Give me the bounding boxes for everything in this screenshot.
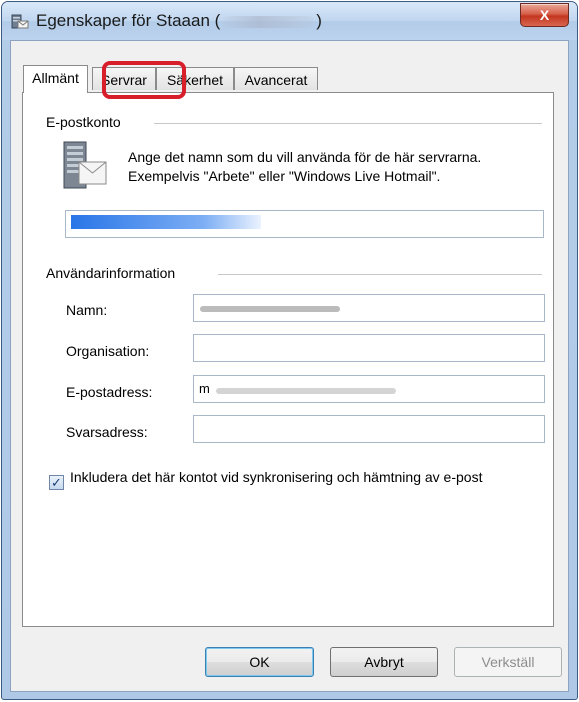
window-title: Egenskaper för Staaan ()	[36, 11, 322, 31]
checkmark-icon: ✓	[51, 475, 62, 490]
reply-address-input[interactable]	[193, 415, 545, 443]
tab-avancerat-label: Avancerat	[244, 72, 308, 88]
tab-avancerat[interactable]: Avancerat	[234, 67, 318, 90]
redacted-email	[216, 388, 396, 394]
cancel-button-label: Avbryt	[364, 654, 404, 670]
organization-input[interactable]	[193, 334, 545, 362]
close-button[interactable]: X	[520, 3, 569, 27]
reply-address-label: Svarsadress:	[66, 424, 148, 440]
servrar-tab-highlight	[102, 61, 186, 99]
cancel-button[interactable]: Avbryt	[330, 647, 438, 677]
window-title-prefix: Egenskaper för Staaan (	[36, 11, 221, 30]
email-address-value: m	[199, 381, 210, 396]
name-label: Namn:	[66, 302, 108, 318]
account-name-selection	[71, 215, 261, 229]
tab-allmant[interactable]: Allmänt	[23, 65, 88, 93]
name-input[interactable]	[193, 294, 545, 322]
properties-window: Egenskaper för Staaan () X Allmänt Servr…	[1, 1, 578, 700]
redacted-name	[200, 306, 340, 312]
apply-button[interactable]: Verkställ	[454, 647, 562, 677]
email-account-group-line	[154, 123, 542, 124]
ok-button[interactable]: OK	[205, 647, 314, 677]
dialog-client-area: Allmänt Servrar Säkerhet Avancerat	[10, 40, 569, 692]
close-icon: X	[539, 7, 550, 23]
user-info-group-label: Användarinformation	[46, 265, 176, 281]
description-line-1: Ange det namn som du vill använda för de…	[128, 149, 482, 165]
server-icon	[63, 141, 107, 189]
email-address-input[interactable]: m	[193, 375, 545, 403]
organization-label: Organisation:	[66, 343, 150, 359]
tab-allmant-label: Allmänt	[32, 70, 79, 86]
account-name-input[interactable]	[65, 210, 544, 238]
apply-button-label: Verkställ	[481, 654, 535, 670]
window-title-suffix: )	[316, 11, 322, 30]
mail-account-icon	[11, 14, 29, 29]
sync-checkbox-label[interactable]: Inkludera det här kontot vid synkroniser…	[70, 468, 530, 486]
email-account-group-label: E-postkonto	[46, 114, 121, 130]
email-account-description: Ange det namn som du vill använda för de…	[128, 148, 481, 186]
title-bar[interactable]: Egenskaper för Staaan () X	[2, 2, 577, 40]
email-address-label: E-postadress:	[66, 384, 153, 400]
sync-checkbox[interactable]: ✓	[49, 475, 64, 490]
redacted-account-name	[222, 15, 315, 28]
description-line-2: Exempelvis "Arbete" eller "Windows Live …	[128, 168, 441, 184]
user-info-group-line	[218, 274, 542, 275]
ok-button-label: OK	[249, 654, 270, 670]
